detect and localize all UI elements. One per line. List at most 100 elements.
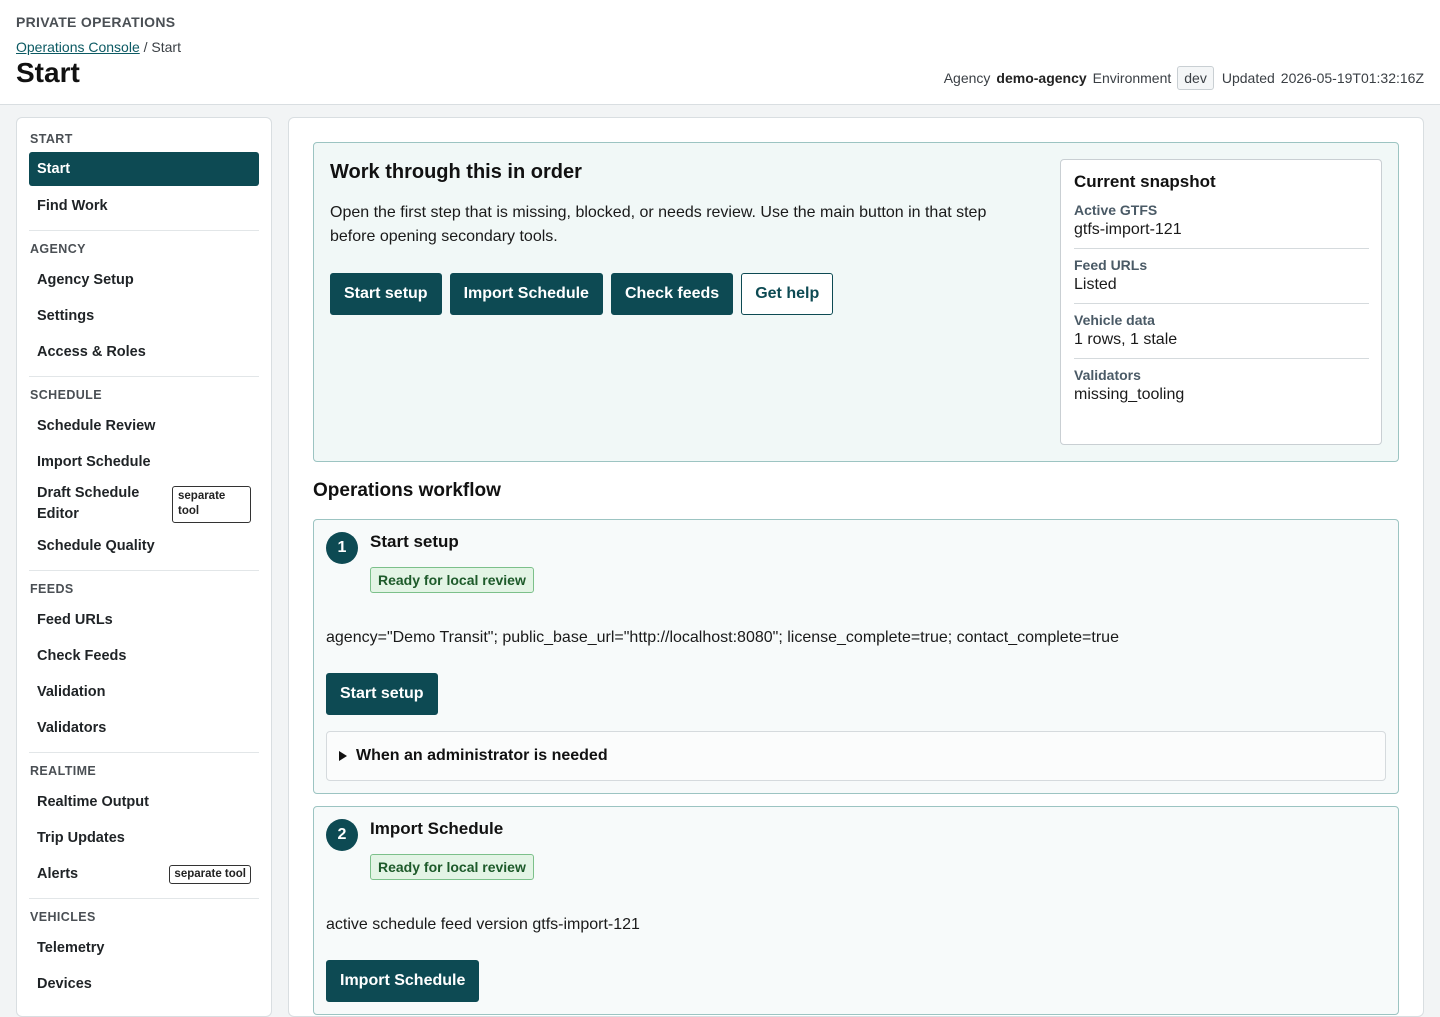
start-setup-button[interactable]: Start setup (330, 273, 442, 315)
updated-timestamp: 2026-05-19T01:32:16Z (1280, 70, 1424, 86)
environment-badge: dev (1177, 66, 1214, 90)
agency-label: Agency (943, 70, 991, 86)
sidebar-item-label: Schedule Quality (37, 538, 155, 554)
sidebar-nav: START Start Find Work AGENCY Agency Setu… (16, 117, 272, 1017)
intro-text: Open the first step that is missing, blo… (330, 204, 987, 245)
sidebar-item-trip-updates[interactable]: Trip Updates (29, 820, 259, 856)
sidebar-item-label: Agency Setup (37, 272, 134, 288)
sidebar-item-start[interactable]: Start (29, 152, 259, 186)
snapshot-label: Active GTFS (1074, 202, 1158, 218)
nav-section-schedule: SCHEDULE Schedule Review Import Schedule… (29, 386, 259, 571)
sidebar-item-label: Find Work (37, 198, 108, 214)
sidebar-item-schedule-review[interactable]: Schedule Review (29, 408, 259, 444)
step-title: Import Schedule (370, 819, 504, 838)
workflow-step-1: 1 Start setup Ready for local review age… (313, 519, 1399, 794)
check-feeds-button[interactable]: Check feeds (610, 273, 734, 315)
breadcrumb-link-operations-console[interactable]: Operations Console (16, 39, 140, 55)
step-import-schedule-button[interactable]: Import Schedule (326, 960, 480, 1002)
snapshot-value: missing_tooling (1074, 386, 1185, 403)
snapshot-label: Feed URLs (1074, 257, 1148, 273)
step-number-badge: 2 (326, 819, 358, 851)
environment-label: Environment (1092, 70, 1172, 86)
sidebar-item-label: Trip Updates (37, 830, 125, 846)
agency-value: demo-agency (996, 70, 1087, 86)
breadcrumb-separator: / (143, 39, 148, 55)
sidebar-item-feed-urls[interactable]: Feed URLs (29, 602, 259, 638)
nav-section-start: START Start Find Work (29, 130, 259, 231)
step-detail: agency="Demo Transit"; public_base_url="… (326, 629, 1119, 646)
sidebar-item-label: Feed URLs (37, 612, 113, 628)
breadcrumb-current: Start (151, 39, 181, 55)
sidebar-item-validation[interactable]: Validation (29, 674, 259, 710)
sidebar-item-label: Schedule Review (37, 418, 156, 434)
sidebar-item-label: Devices (37, 976, 92, 992)
sidebar-item-find-work[interactable]: Find Work (29, 188, 259, 224)
sidebar-item-settings[interactable]: Settings (29, 298, 259, 334)
step-detail: active schedule feed version gtfs-import… (326, 916, 640, 933)
nav-section-vehicles: VEHICLES Telemetry Devices (29, 908, 259, 1008)
disclosure-triangle-icon (339, 751, 347, 761)
sidebar-item-label: Import Schedule (37, 454, 151, 470)
sidebar-item-telemetry[interactable]: Telemetry (29, 930, 259, 966)
sidebar-item-import-schedule[interactable]: Import Schedule (29, 444, 259, 480)
snapshot-value: Listed (1074, 276, 1117, 293)
current-snapshot-panel: Current snapshot Active GTFS gtfs-import… (1060, 159, 1382, 445)
nav-section-title: VEHICLES (30, 910, 96, 924)
nav-section-title: REALTIME (30, 764, 97, 778)
sidebar-item-alerts[interactable]: Alerts separate tool (29, 856, 259, 892)
workflow-title: Operations workflow (313, 480, 501, 501)
sidebar-item-label: Alerts (37, 866, 79, 882)
snapshot-label: Validators (1074, 367, 1141, 383)
sidebar-item-label: Draft Schedule Editor (37, 485, 140, 522)
status-badge: Ready for local review (370, 567, 534, 593)
sidebar-item-check-feeds[interactable]: Check Feeds (29, 638, 259, 674)
header-meta: Agency demo-agency Environment dev Updat… (944, 66, 1424, 90)
snapshot-label: Vehicle data (1074, 312, 1155, 328)
snapshot-value: gtfs-import-121 (1074, 221, 1182, 238)
sidebar-item-agency-setup[interactable]: Agency Setup (29, 262, 259, 298)
nav-section-agency: AGENCY Agency Setup Settings Access & Ro… (29, 240, 259, 377)
snapshot-item-feed-urls: Feed URLs Listed (1074, 257, 1369, 304)
sidebar-item-schedule-quality[interactable]: Schedule Quality (29, 528, 259, 564)
nav-section-title: SCHEDULE (30, 388, 102, 402)
step-title: Start setup (370, 532, 459, 551)
sidebar-item-label: Check Feeds (37, 648, 127, 664)
nav-section-feeds: FEEDS Feed URLs Check Feeds Validation V… (29, 580, 259, 753)
sidebar-item-label: Access & Roles (37, 344, 146, 360)
sidebar-item-validators[interactable]: Validators (29, 710, 259, 746)
snapshot-item-vehicle-data: Vehicle data 1 rows, 1 stale (1074, 312, 1369, 359)
main-content: Work through this in order Open the firs… (288, 117, 1424, 1017)
breadcrumb: Operations Console / Start (16, 39, 1424, 55)
nav-section-title: AGENCY (30, 242, 86, 256)
snapshot-title: Current snapshot (1074, 172, 1216, 191)
step-start-setup-button[interactable]: Start setup (326, 673, 438, 715)
admin-needed-disclosure[interactable]: When an administrator is needed (326, 731, 1386, 781)
sidebar-item-label: Settings (37, 308, 95, 324)
page-header: PRIVATE OPERATIONS Operations Console / … (0, 0, 1440, 105)
sidebar-item-label: Telemetry (37, 940, 105, 956)
sidebar-item-access-roles[interactable]: Access & Roles (29, 334, 259, 370)
separate-tool-tag: separate tool (169, 864, 251, 884)
status-badge: Ready for local review (370, 854, 534, 880)
sidebar-item-realtime-output[interactable]: Realtime Output (29, 784, 259, 820)
sidebar-item-label: Validators (37, 720, 107, 736)
snapshot-item-active-gtfs: Active GTFS gtfs-import-121 (1074, 202, 1369, 249)
sidebar-item-draft-schedule-editor[interactable]: Draft Schedule Editor separate tool (29, 480, 259, 528)
sidebar-item-devices[interactable]: Devices (29, 966, 259, 1002)
separate-tool-tag: separate tool (172, 485, 251, 523)
sidebar-item-label: Start (37, 161, 71, 177)
nav-section-title: FEEDS (30, 582, 74, 596)
snapshot-item-validators: Validators missing_tooling (1074, 367, 1369, 413)
nav-section-realtime: REALTIME Realtime Output Trip Updates Al… (29, 762, 259, 899)
snapshot-value: 1 rows, 1 stale (1074, 331, 1178, 348)
import-schedule-button[interactable]: Import Schedule (449, 273, 603, 315)
get-help-button[interactable]: Get help (741, 273, 834, 315)
updated-label: Updated (1221, 70, 1275, 86)
nav-section-title: START (30, 132, 73, 146)
step-number-badge: 1 (326, 532, 358, 564)
disclosure-summary: When an administrator is needed (356, 747, 608, 764)
workflow-step-2: 2 Import Schedule Ready for local review… (313, 806, 1399, 1015)
sidebar-item-label: Realtime Output (37, 794, 149, 810)
sidebar-item-label: Validation (37, 684, 106, 700)
org-name: PRIVATE OPERATIONS (16, 14, 176, 30)
